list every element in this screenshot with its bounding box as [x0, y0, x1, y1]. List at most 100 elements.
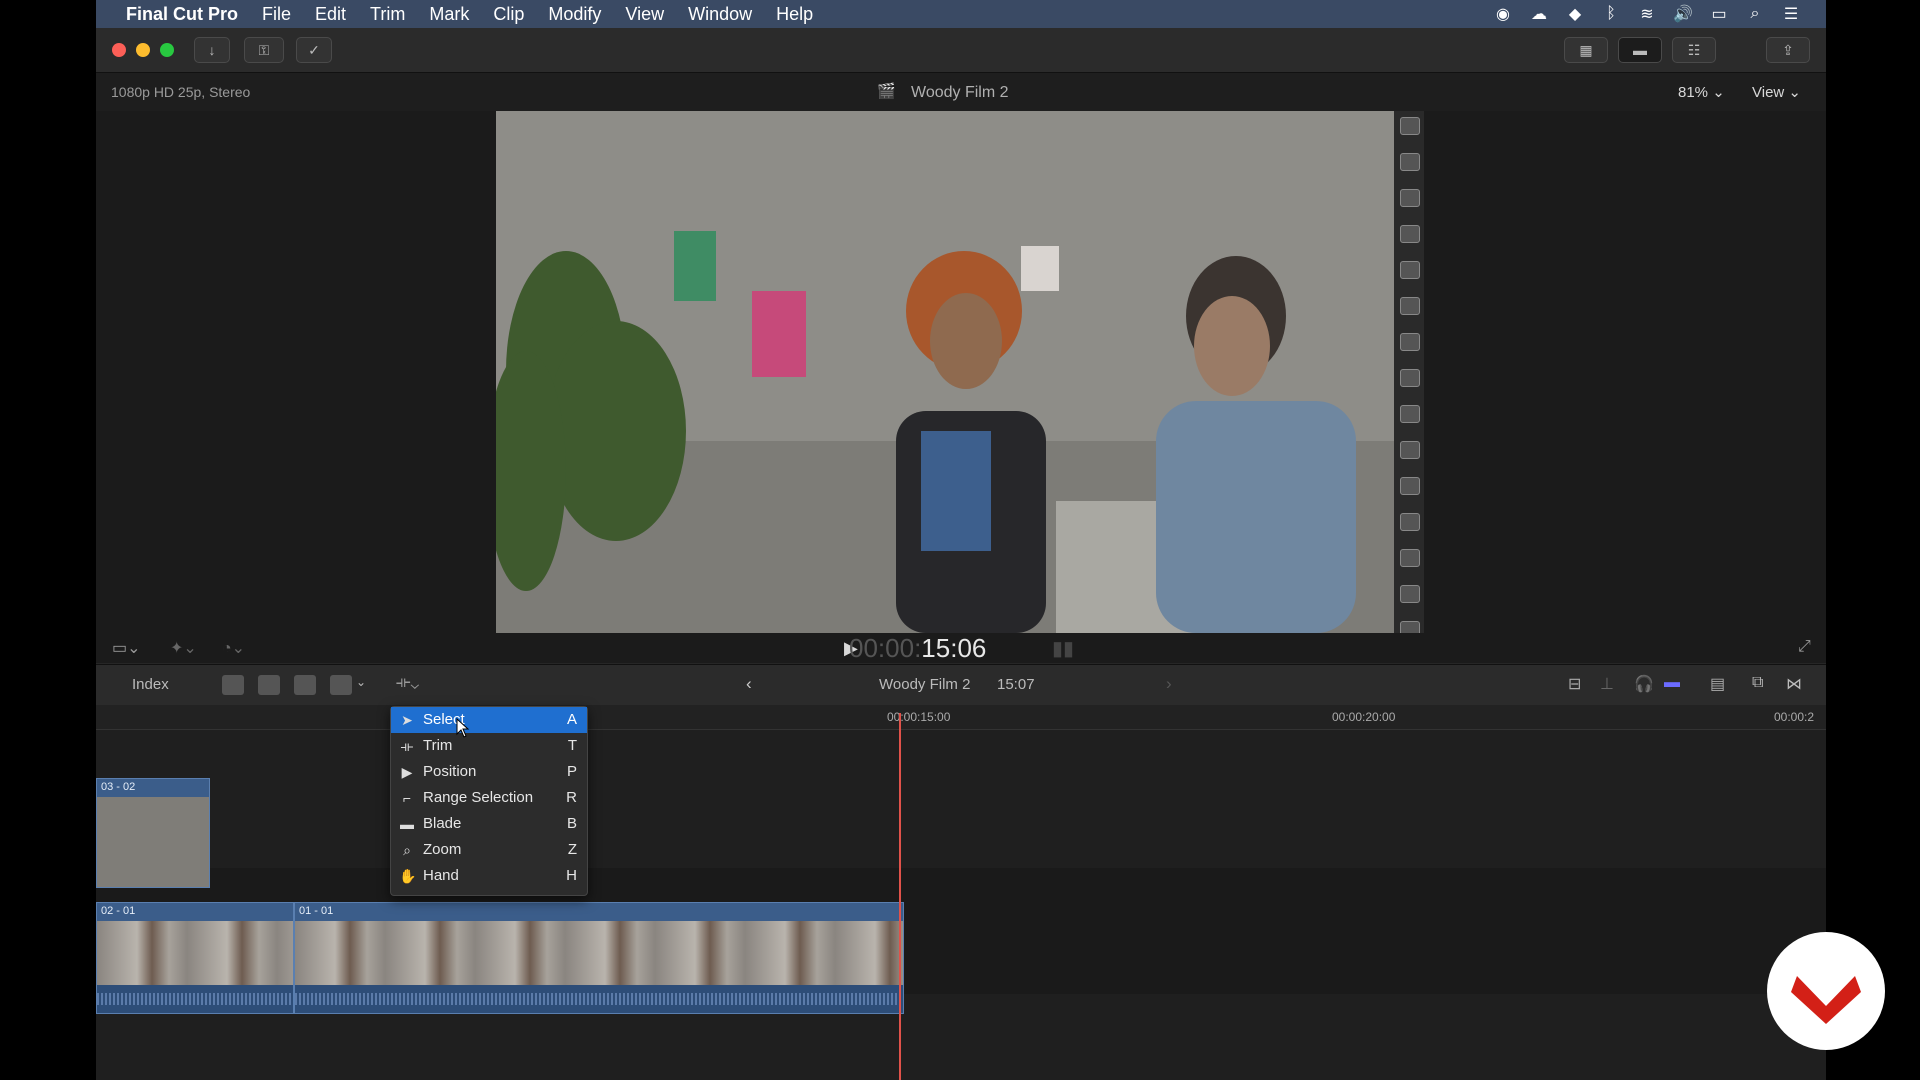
append-clip-icon[interactable] — [294, 675, 316, 695]
timeline-clip[interactable]: 02 - 01 — [96, 902, 294, 1014]
overwrite-clip-icon[interactable] — [330, 675, 352, 695]
menu-edit[interactable]: Edit — [315, 4, 346, 25]
clip-thumbnail — [97, 797, 209, 887]
audio-waveform — [97, 985, 293, 1013]
keywords-button[interactable]: ⚿ — [244, 37, 284, 63]
menu-item-label: Position — [423, 763, 477, 780]
menu-app-name[interactable]: Final Cut Pro — [126, 4, 238, 25]
menu-item-label: Range Selection — [423, 789, 534, 806]
menu-view[interactable]: View — [625, 4, 664, 25]
close-button[interactable] — [112, 43, 126, 57]
ruler-mark-3: 00:00:2 — [1774, 710, 1815, 724]
checkmark-icon: ✓ — [308, 41, 320, 58]
blade-icon: ▬ — [400, 816, 414, 832]
menu-file[interactable]: File — [262, 4, 291, 25]
zoom-icon: ⌕ — [403, 842, 411, 858]
background-tasks-button[interactable]: ✓ — [296, 37, 332, 63]
solo-icon[interactable]: 🎧 — [1634, 674, 1654, 694]
window-toolbar: ↓ ⚿ ✓ ▦ ▬ ☷ ⇪ — [96, 28, 1826, 73]
menu-item-label: Hand — [423, 867, 459, 884]
menu-item-shortcut: T — [567, 737, 577, 754]
ruler-mark-2: 00:00:20:00 — [1332, 710, 1396, 724]
playhead[interactable] — [899, 713, 901, 1080]
menu-item-select[interactable]: ➤ Select A — [391, 707, 587, 733]
cloud-icon[interactable]: ☁ — [1528, 5, 1550, 23]
menu-item-blade[interactable]: ▬ Blade B — [391, 811, 587, 837]
timeline-toggle-button[interactable]: ▬ — [1618, 37, 1662, 63]
timeline-ruler[interactable]: 00:00:15:00 00:00:20:00 00:00:2 — [96, 705, 1826, 730]
transitions-browser-icon[interactable]: ⋈ — [1786, 674, 1802, 694]
timecode-display[interactable]: 00:00:15:06 — [849, 633, 986, 664]
status-area: ◉ ☁ ◆ ᛒ ≋ 🔊 ▭ ⌕ ☰ — [1492, 0, 1802, 28]
menu-item-range-selection[interactable]: ⌐ Range Selection R — [391, 785, 587, 811]
zoom-level-dropdown[interactable]: 81% ⌄ — [1678, 83, 1725, 101]
index-button[interactable]: Index — [132, 676, 169, 693]
mouse-cursor — [456, 718, 470, 738]
spotlight-icon[interactable]: ⌕ — [1744, 5, 1766, 23]
connect-clip-icon[interactable] — [222, 675, 244, 695]
record-icon[interactable]: ◉ — [1492, 5, 1514, 23]
timeline-duration: 15:07 — [997, 676, 1035, 693]
wifi-icon[interactable]: ≋ — [1636, 5, 1658, 23]
timeline-toolbar: Index ⌄ ⟛⌄ ‹ Woody Film 2 15:07 › ⊟ ⊥ 🎧 … — [96, 664, 1826, 706]
menu-help[interactable]: Help — [776, 4, 813, 25]
share-button[interactable]: ⇪ — [1766, 37, 1810, 63]
library-toggle-button[interactable]: ▦ — [1564, 37, 1608, 63]
retime-icon[interactable]: ◔⌄ — [222, 638, 245, 658]
connected-clip[interactable]: 03 - 02 — [96, 778, 210, 888]
view-dropdown[interactable]: View ⌄ — [1752, 83, 1801, 101]
insert-clip-icon[interactable] — [258, 675, 280, 695]
chevron-down-icon[interactable]: ⌄ — [356, 675, 366, 689]
menu-window[interactable]: Window — [688, 4, 752, 25]
share-icon: ⇪ — [1782, 41, 1794, 58]
menu-item-label: Blade — [423, 815, 462, 832]
minimize-button[interactable] — [136, 43, 150, 57]
transform-tools-icon[interactable]: ✦⌄ — [170, 638, 197, 658]
snapping-icon[interactable]: ▬ — [1664, 674, 1680, 692]
format-label: 1080p HD 25p, Stereo — [111, 84, 251, 100]
ruler-mark-1: 00:00:15:00 — [887, 710, 951, 724]
clip-appearance-icon[interactable]: ▤ — [1710, 674, 1725, 694]
audio-meter-icon: ▮▮ — [1052, 638, 1075, 660]
menu-item-zoom[interactable]: ⌕ Zoom Z — [391, 837, 587, 863]
menu-item-label: Zoom — [423, 841, 462, 858]
range-selection-icon: ⌐ — [402, 790, 412, 806]
battery-icon[interactable]: ▭ — [1708, 5, 1730, 23]
volume-icon[interactable]: 🔊 — [1672, 5, 1694, 23]
forward-arrow-icon[interactable]: › — [1166, 674, 1172, 694]
menu-mark[interactable]: Mark — [429, 4, 469, 25]
watermark-logo — [1767, 932, 1885, 1050]
clip-thumbnails — [295, 921, 903, 985]
menu-item-position[interactable]: ▶ Position P — [391, 759, 587, 785]
menu-trim[interactable]: Trim — [370, 4, 405, 25]
import-button[interactable]: ↓ — [194, 37, 230, 63]
dropbox-icon[interactable]: ◆ — [1564, 5, 1586, 23]
timeline-clip[interactable]: 01 - 01 — [294, 902, 904, 1014]
bluetooth-icon[interactable]: ᛒ — [1600, 5, 1622, 23]
layout-menu-icon[interactable]: ▭⌄ — [112, 638, 141, 658]
menu-modify[interactable]: Modify — [548, 4, 601, 25]
sliders-icon: ☷ — [1687, 41, 1701, 58]
skimming-icon[interactable]: ⊟ — [1568, 674, 1581, 694]
zoom-level-value: 81% — [1678, 84, 1709, 101]
effects-browser-icon[interactable]: ⧉ — [1752, 674, 1763, 692]
video-frame-image — [496, 111, 1394, 633]
menu-item-hand[interactable]: ✋ Hand H — [391, 863, 587, 889]
video-frame[interactable] — [496, 111, 1394, 633]
audio-skimming-icon[interactable]: ⊥ — [1600, 674, 1614, 694]
menu-item-shortcut: R — [566, 789, 577, 806]
download-icon: ↓ — [208, 42, 216, 58]
menu-clip[interactable]: Clip — [493, 4, 524, 25]
timeline-tracks[interactable]: 03 - 02 02 - 01 01 - 01 — [96, 730, 1826, 1080]
menu-item-shortcut: B — [566, 815, 577, 832]
inspector-toggle-button[interactable]: ☷ — [1672, 37, 1716, 63]
notification-center-icon[interactable]: ☰ — [1780, 5, 1802, 23]
zoom-button[interactable] — [160, 43, 174, 57]
tools-menu-button[interactable]: ⟛⌄ — [396, 674, 419, 692]
audio-waveform — [295, 985, 903, 1013]
menu-item-trim[interactable]: ⟛ Trim T — [391, 733, 587, 759]
back-arrow-icon[interactable]: ‹ — [746, 674, 752, 694]
menu-item-shortcut: Z — [567, 841, 577, 858]
grid-icon: ▦ — [1579, 41, 1593, 58]
fullscreen-icon[interactable]: ⤢ — [1798, 638, 1811, 656]
